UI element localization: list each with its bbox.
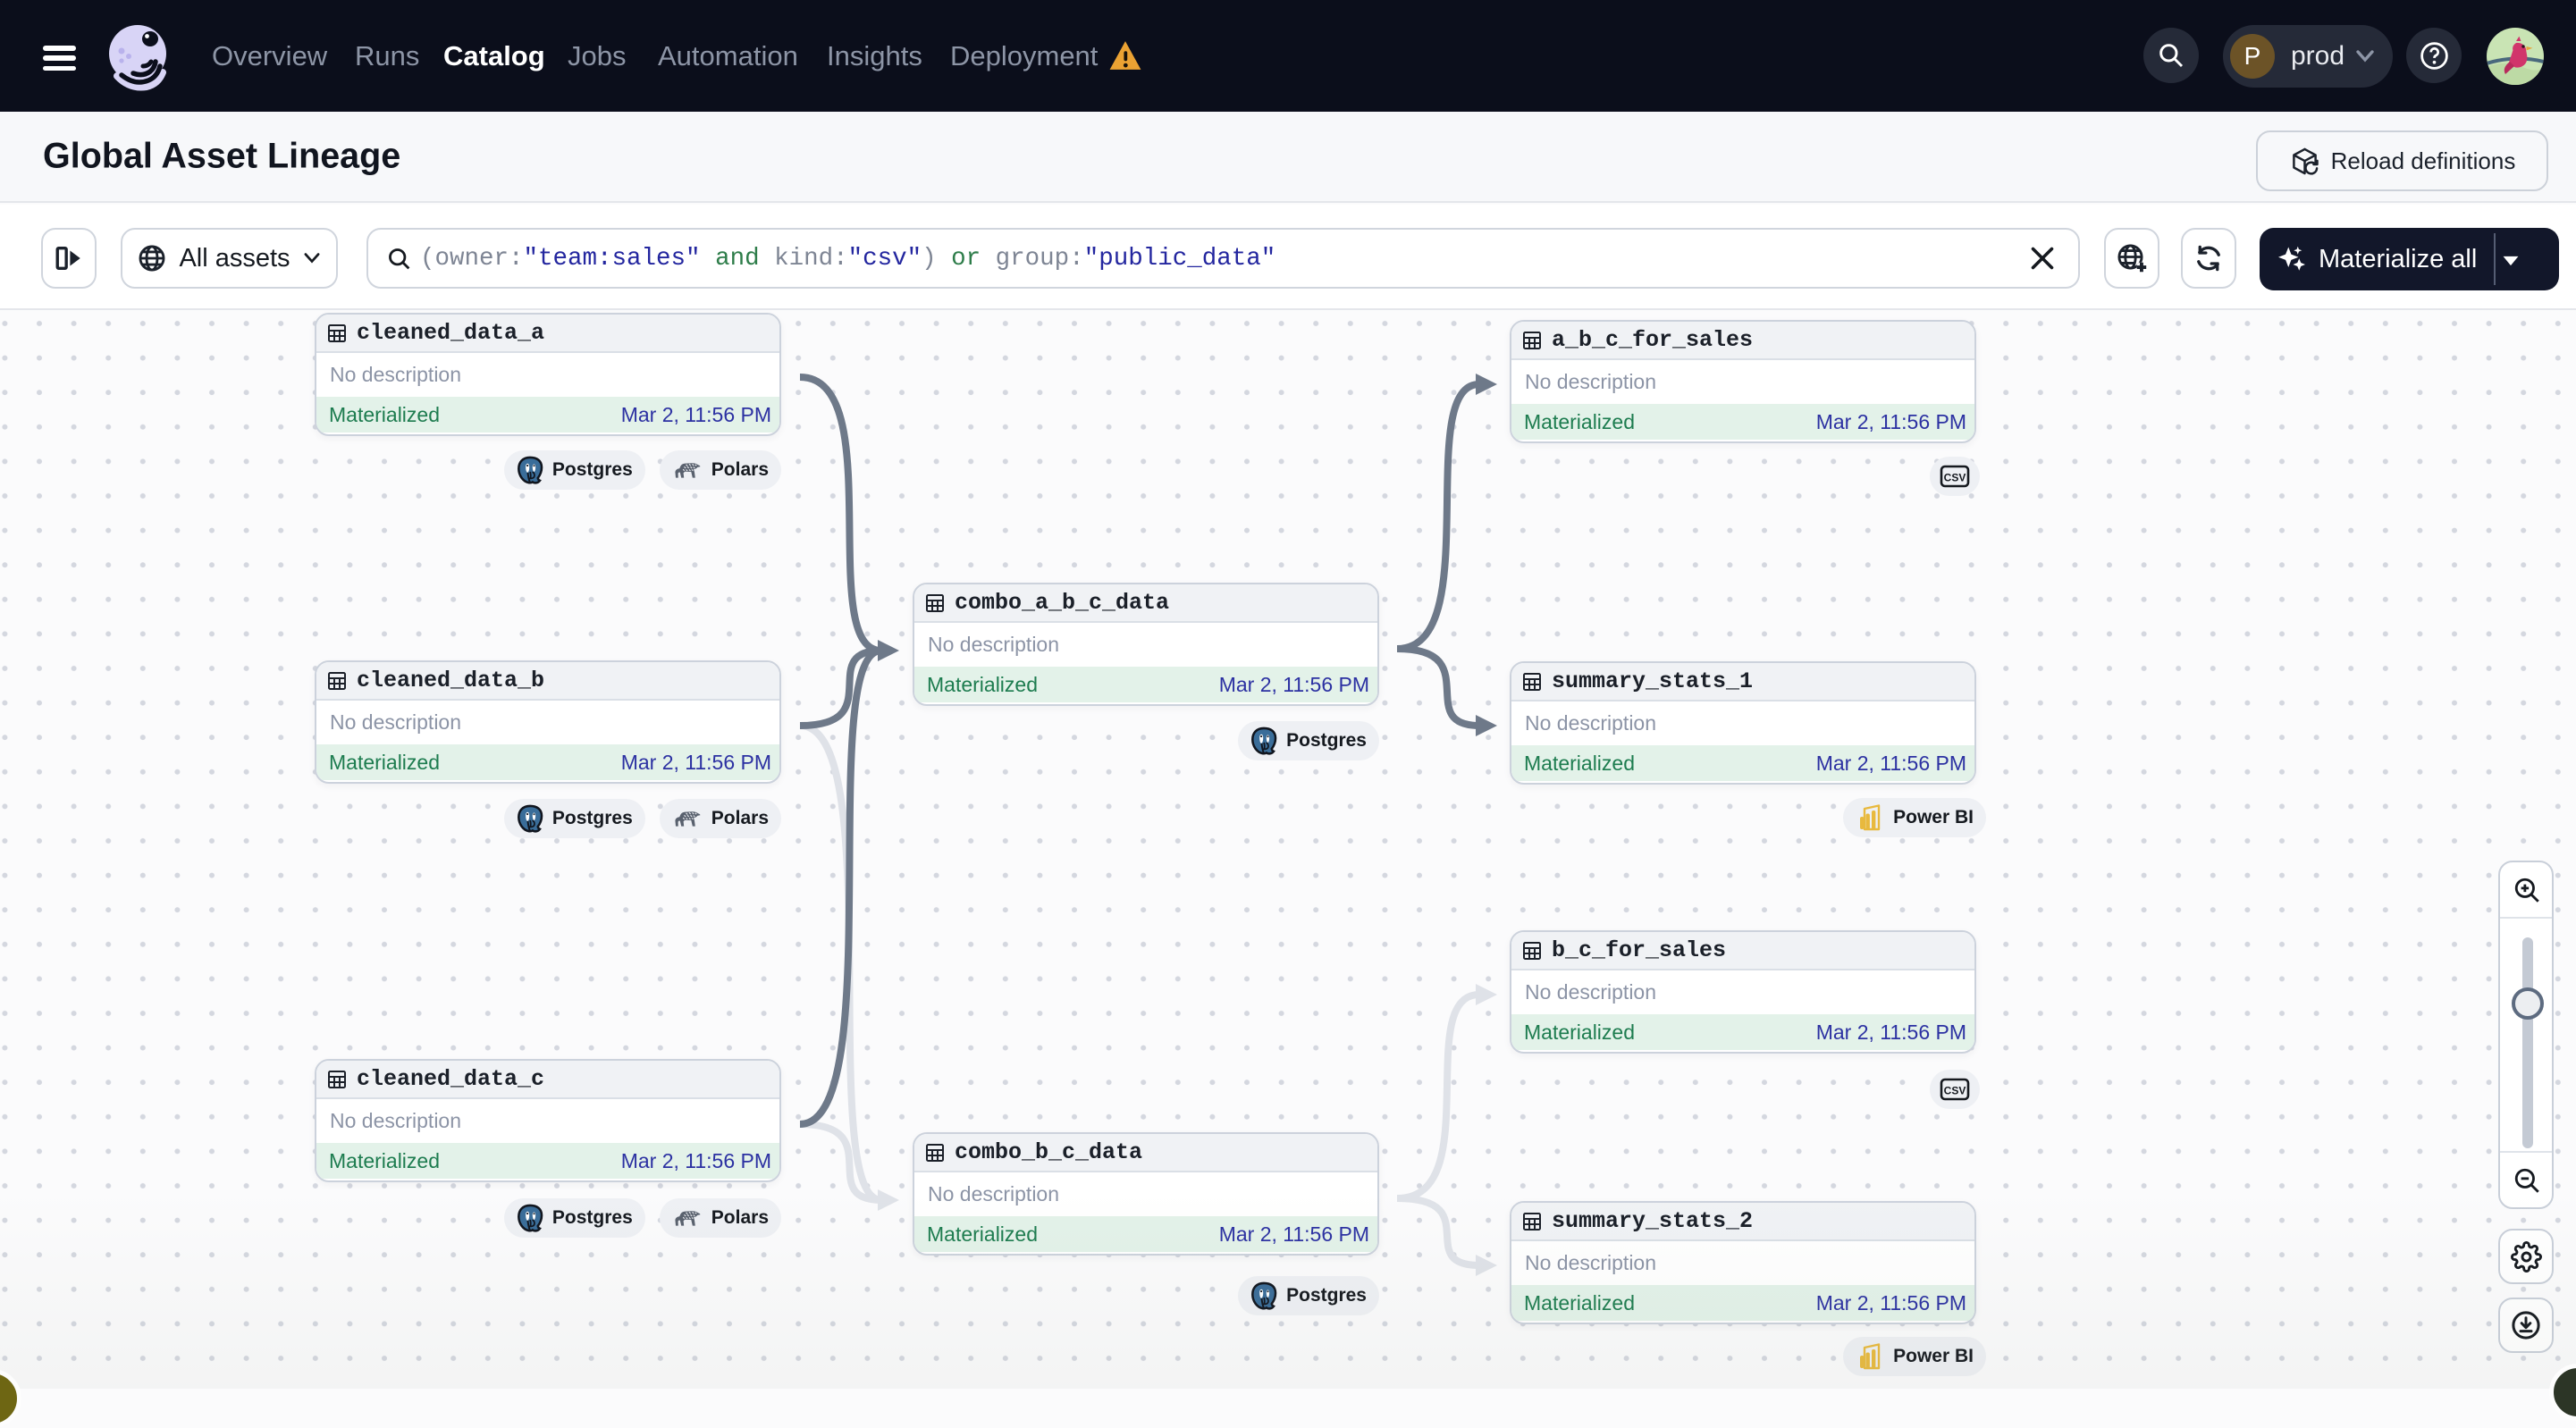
svg-text:CSV: CSV	[1944, 1085, 1966, 1097]
svg-text:CSV: CSV	[1944, 472, 1966, 484]
